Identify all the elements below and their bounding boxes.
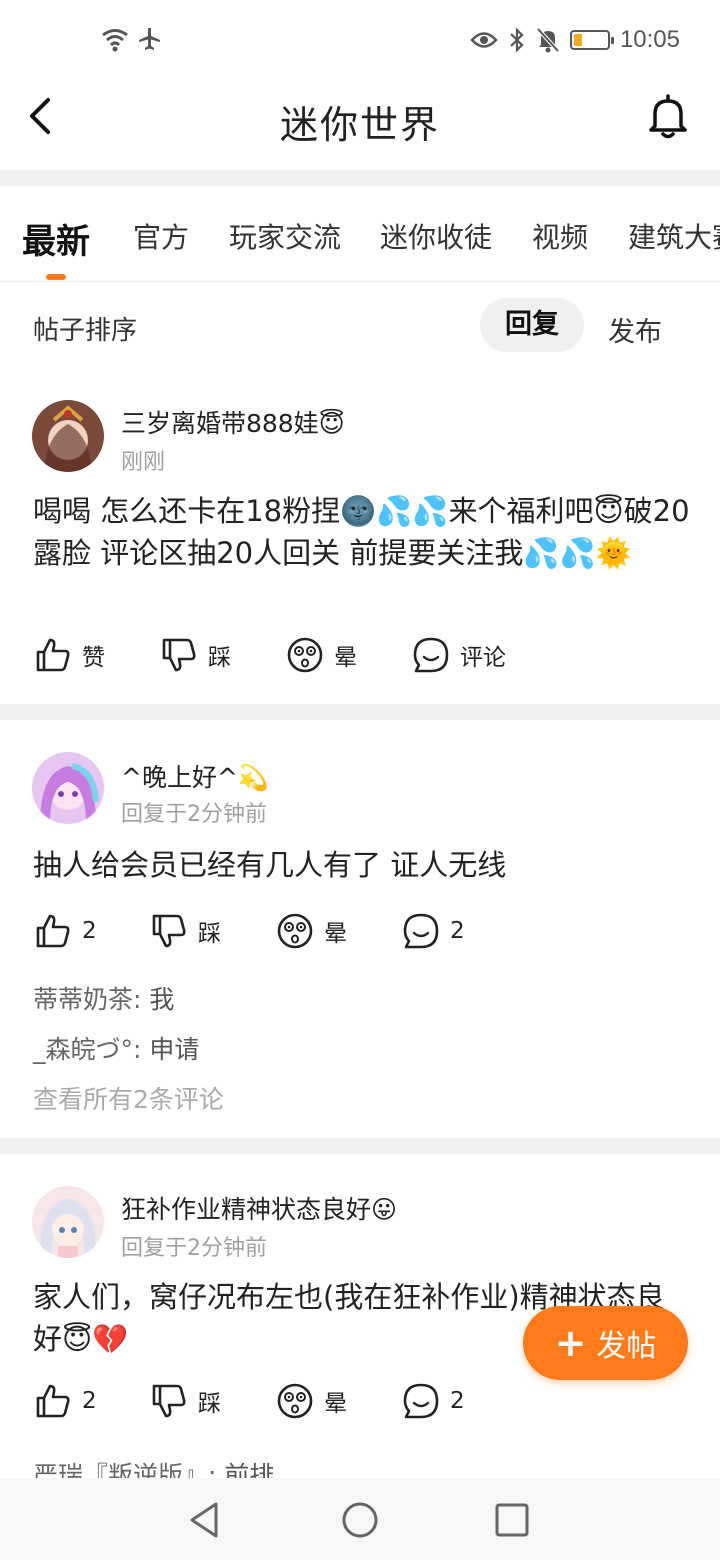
tab-player-exchange[interactable]: 玩家交流 bbox=[229, 216, 341, 256]
dizzy-button[interactable]: 晕 bbox=[286, 636, 357, 674]
thumbs-up-icon bbox=[36, 1384, 70, 1418]
like-count: 2 bbox=[82, 1388, 97, 1414]
comment-button[interactable]: 2 bbox=[402, 1382, 465, 1420]
comment-count: 2 bbox=[450, 1388, 465, 1414]
post-timestamp: 回复于2分钟前 bbox=[121, 802, 267, 827]
status-bar: 10:05 bbox=[0, 0, 720, 80]
eye-icon bbox=[470, 32, 498, 48]
category-tabs: 最新 官方 玩家交流 迷你收徒 视频 建筑大赛 bbox=[0, 186, 720, 282]
app-header: 迷你世界 bbox=[0, 80, 720, 170]
avatar[interactable] bbox=[32, 752, 104, 824]
new-post-button[interactable]: + 发帖 bbox=[523, 1306, 688, 1380]
system-nav-bar bbox=[0, 1478, 720, 1560]
post-actions: 赞 踩 晕 评论 bbox=[0, 636, 720, 686]
comment-label: 评论 bbox=[460, 645, 506, 671]
dislike-button[interactable]: 踩 bbox=[160, 636, 231, 674]
like-button[interactable]: 2 bbox=[34, 912, 97, 950]
comment-user[interactable]: 蒂蒂奶茶: bbox=[33, 985, 141, 1014]
nav-home-button[interactable] bbox=[340, 1500, 380, 1540]
new-post-label: 发帖 bbox=[596, 1329, 657, 1364]
post-divider bbox=[0, 1138, 720, 1154]
dizzy-face-icon bbox=[287, 637, 323, 673]
page-title: 迷你世界 bbox=[279, 103, 440, 147]
notification-bell-button[interactable] bbox=[646, 94, 690, 140]
comment-bubble-icon bbox=[413, 637, 449, 673]
plus-icon: + bbox=[554, 1321, 587, 1365]
dislike-button[interactable]: 踩 bbox=[150, 912, 221, 950]
post-username[interactable]: 狂补作业精神状态良好😛 bbox=[121, 1190, 397, 1226]
post-username[interactable]: 三岁离婚带888娃😇 bbox=[121, 404, 345, 440]
post-divider bbox=[0, 704, 720, 720]
post-timestamp: 回复于2分钟前 bbox=[121, 1236, 267, 1261]
clock: 10:05 bbox=[619, 26, 680, 53]
dizzy-face-icon bbox=[277, 1383, 313, 1419]
dizzy-label: 晕 bbox=[324, 921, 347, 947]
like-count: 2 bbox=[82, 918, 97, 944]
mute-bell-icon bbox=[536, 27, 560, 53]
comment-text: 申请 bbox=[149, 1035, 200, 1064]
nav-back-button[interactable] bbox=[186, 1500, 226, 1540]
avatar[interactable] bbox=[32, 1186, 104, 1258]
dizzy-face-icon bbox=[277, 913, 313, 949]
post-actions: 2 踩 晕 2 bbox=[0, 912, 720, 962]
comment-button[interactable]: 评论 bbox=[412, 636, 506, 674]
comment-text: 前排 bbox=[224, 1461, 275, 1478]
comment-preview[interactable]: _森皖づ°: 申请 bbox=[33, 1030, 199, 1066]
like-button[interactable]: 2 bbox=[34, 1382, 97, 1420]
dizzy-label: 晕 bbox=[334, 645, 357, 671]
like-label: 赞 bbox=[82, 645, 105, 671]
thumbs-down-icon bbox=[152, 1384, 186, 1418]
dislike-label: 踩 bbox=[208, 645, 231, 671]
sort-bar: 帖子排序 回复 发布 bbox=[0, 282, 720, 372]
comment-user[interactable]: _森皖づ°: bbox=[33, 1035, 141, 1064]
thumbs-down-icon bbox=[162, 638, 196, 672]
active-tab-indicator bbox=[46, 274, 66, 280]
tab-latest[interactable]: 最新 bbox=[22, 214, 90, 263]
comment-bubble-icon bbox=[403, 913, 439, 949]
thumbs-up-icon bbox=[36, 914, 70, 948]
post-timestamp: 刚刚 bbox=[121, 450, 166, 475]
sort-label: 帖子排序 bbox=[33, 316, 138, 346]
comment-bubble-icon bbox=[403, 1383, 439, 1419]
post-actions: 2 踩 晕 2 bbox=[0, 1382, 720, 1432]
bluetooth-icon bbox=[510, 27, 524, 53]
tab-official[interactable]: 官方 bbox=[133, 216, 189, 256]
tab-video[interactable]: 视频 bbox=[532, 216, 588, 256]
view-all-comments-link[interactable]: 查看所有2条评论 bbox=[33, 1080, 224, 1116]
post-text[interactable]: 抽人给会员已经有几人有了 证人无线 bbox=[33, 844, 693, 886]
dizzy-label: 晕 bbox=[324, 1391, 347, 1417]
thumbs-up-icon bbox=[36, 638, 70, 672]
post-username[interactable]: ^晚上好^💫 bbox=[121, 758, 269, 794]
post-card[interactable]: 三岁离婚带888娃😇 刚刚 喝喝 怎么还卡在18粉捏🌚💦💦来个福利吧😇破20露脸… bbox=[0, 372, 720, 704]
tab-mini-apprentice[interactable]: 迷你收徒 bbox=[380, 216, 492, 256]
thumbs-down-icon bbox=[152, 914, 186, 948]
comment-preview[interactable]: 蒂蒂奶茶: 我 bbox=[33, 980, 174, 1016]
battery-icon bbox=[569, 30, 614, 50]
dislike-button[interactable]: 踩 bbox=[150, 1382, 221, 1420]
comment-preview[interactable]: 严瑞『叛逆版』: 前排 bbox=[33, 1456, 274, 1478]
post-card[interactable]: ^晚上好^💫 回复于2分钟前 抽人给会员已经有几人有了 证人无线 2 踩 晕 2… bbox=[0, 720, 720, 1138]
section-divider bbox=[0, 170, 720, 186]
like-button[interactable]: 赞 bbox=[34, 636, 105, 674]
wifi-icon bbox=[102, 29, 128, 52]
comment-button[interactable]: 2 bbox=[402, 912, 465, 950]
sort-by-post-button[interactable]: 发布 bbox=[608, 310, 662, 349]
comment-text: 我 bbox=[149, 985, 175, 1014]
dislike-label: 踩 bbox=[198, 921, 221, 947]
dizzy-button[interactable]: 晕 bbox=[276, 1382, 347, 1420]
tab-building-contest[interactable]: 建筑大赛 bbox=[628, 216, 720, 256]
post-text[interactable]: 喝喝 怎么还卡在18粉捏🌚💦💦来个福利吧😇破20露脸 评论区抽20人回关 前提要… bbox=[33, 490, 693, 574]
sort-by-reply-button[interactable]: 回复 bbox=[480, 298, 584, 352]
comment-count: 2 bbox=[450, 918, 465, 944]
comment-user[interactable]: 严瑞『叛逆版』: bbox=[33, 1461, 216, 1478]
avatar[interactable] bbox=[32, 400, 104, 472]
nav-recents-button[interactable] bbox=[492, 1500, 532, 1540]
dizzy-button[interactable]: 晕 bbox=[276, 912, 347, 950]
airplane-icon bbox=[139, 28, 160, 50]
dislike-label: 踩 bbox=[198, 1391, 221, 1417]
